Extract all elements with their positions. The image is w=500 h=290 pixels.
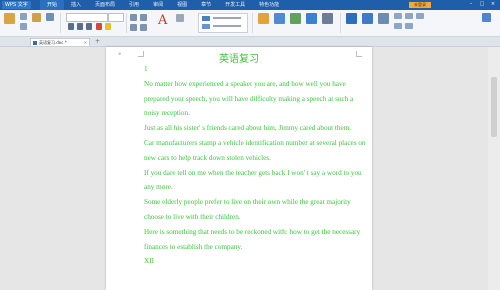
- style-line: [213, 17, 241, 19]
- grid-icon[interactable]: [394, 13, 402, 19]
- numbering-icon[interactable]: [140, 14, 147, 21]
- style-swatch: [202, 24, 210, 29]
- help-icon[interactable]: [482, 13, 491, 22]
- maximize-icon[interactable]: □: [479, 1, 485, 8]
- equation-icon[interactable]: [362, 13, 373, 24]
- text-effect-icon[interactable]: A: [158, 13, 167, 28]
- window-controls: – □ ×: [468, 1, 496, 8]
- font-size-select[interactable]: [108, 13, 124, 22]
- document-workspace: ⊕ 英语复习 1 No matter how experienced a spe…: [0, 47, 500, 290]
- page-number-icon[interactable]: [378, 13, 389, 24]
- paragraph: If you dare tell on me when the teacher …: [144, 168, 362, 192]
- layout-icon[interactable]: [416, 13, 424, 19]
- paragraph: Car manufacturers stamp a vehicle identi…: [144, 138, 366, 162]
- tab-special[interactable]: 特色功能: [252, 0, 286, 10]
- tab-home[interactable]: 开始: [40, 0, 65, 10]
- align-icon[interactable]: [130, 24, 137, 31]
- paragraph: 1: [144, 65, 148, 73]
- separator: [340, 13, 341, 33]
- view-icons: [394, 13, 438, 33]
- symbol-icon[interactable]: [346, 13, 357, 24]
- font-name-select[interactable]: [66, 13, 108, 22]
- tab-insert[interactable]: 插入: [64, 0, 88, 10]
- undo-icon[interactable]: [46, 13, 54, 21]
- zoom-icon[interactable]: [394, 23, 402, 29]
- font-color-icon[interactable]: [96, 23, 102, 30]
- document-page[interactable]: ⊕ 英语复习 1 No matter how experienced a spe…: [106, 47, 372, 290]
- document-tab-bar: 英语复习.doc * × +: [0, 37, 500, 47]
- styles-gallery[interactable]: [198, 13, 248, 33]
- ribbon-toolbar: A: [0, 10, 500, 37]
- paste-icon[interactable]: [4, 13, 15, 24]
- paragraph: No matter how experienced a speaker you …: [144, 79, 354, 118]
- tab-page-layout[interactable]: 页面布局: [88, 0, 122, 10]
- login-button[interactable]: 未登录: [409, 2, 431, 8]
- document-tab[interactable]: 英语复习.doc * ×: [30, 38, 90, 46]
- document-icon: [33, 41, 37, 45]
- paragraph: Here is something that needs to be recko…: [144, 227, 361, 251]
- scrollbar-thumb[interactable]: [491, 77, 497, 137]
- italic-icon[interactable]: [77, 23, 83, 30]
- separator: [126, 13, 127, 33]
- document-tab-label: 英语复习.doc *: [39, 40, 67, 45]
- separator: [252, 13, 253, 33]
- app-menu-button[interactable]: WPS 文字: [2, 1, 31, 9]
- tab-view[interactable]: 视图: [170, 0, 194, 10]
- paragraph-icon[interactable]: [176, 14, 184, 22]
- close-tab-icon[interactable]: ×: [84, 39, 87, 47]
- bullets-icon[interactable]: [130, 14, 137, 21]
- underline-icon[interactable]: [86, 23, 92, 30]
- copy-icon[interactable]: [20, 23, 27, 30]
- highlight-icon[interactable]: [105, 23, 111, 30]
- vertical-scrollbar[interactable]: [488, 47, 500, 290]
- title-bar: WPS 文字 开始 插入 页面布局 引用 审阅 视图 章节 开发工具 特色功能 …: [0, 0, 500, 10]
- paragraph: Some elderly people prefer to live on th…: [144, 198, 351, 221]
- select-icon[interactable]: [274, 13, 285, 24]
- tab-sections[interactable]: 章节: [194, 0, 218, 10]
- bold-icon[interactable]: [68, 23, 74, 30]
- shape-icon[interactable]: [322, 13, 333, 24]
- find-replace-icon[interactable]: [258, 13, 269, 24]
- cut-icon[interactable]: [20, 13, 27, 20]
- new-tab-button[interactable]: +: [95, 38, 100, 45]
- paragraph: Just as all his sister' s friends cared …: [144, 124, 352, 133]
- format-painter-icon[interactable]: [32, 13, 41, 22]
- tab-developer[interactable]: 开发工具: [218, 0, 252, 10]
- tab-review[interactable]: 审阅: [146, 0, 170, 10]
- ruler-icon[interactable]: [405, 13, 413, 19]
- minimize-icon[interactable]: –: [468, 1, 474, 8]
- chart-icon[interactable]: [306, 13, 317, 24]
- style-swatch: [202, 16, 210, 21]
- menu-tabs: 开始 插入 页面布局 引用 审阅 视图 章节 开发工具 特色功能: [40, 0, 286, 10]
- tab-references[interactable]: 引用: [122, 0, 146, 10]
- style-line: [213, 25, 241, 27]
- indent-icon[interactable]: [140, 24, 147, 31]
- text-tools-icon[interactable]: [290, 13, 301, 24]
- split-icon[interactable]: [405, 23, 413, 29]
- paragraph: XII: [144, 257, 154, 266]
- close-icon[interactable]: ×: [490, 1, 496, 8]
- separator: [60, 13, 61, 33]
- document-body[interactable]: 1 No matter how experienced a speaker yo…: [144, 62, 366, 269]
